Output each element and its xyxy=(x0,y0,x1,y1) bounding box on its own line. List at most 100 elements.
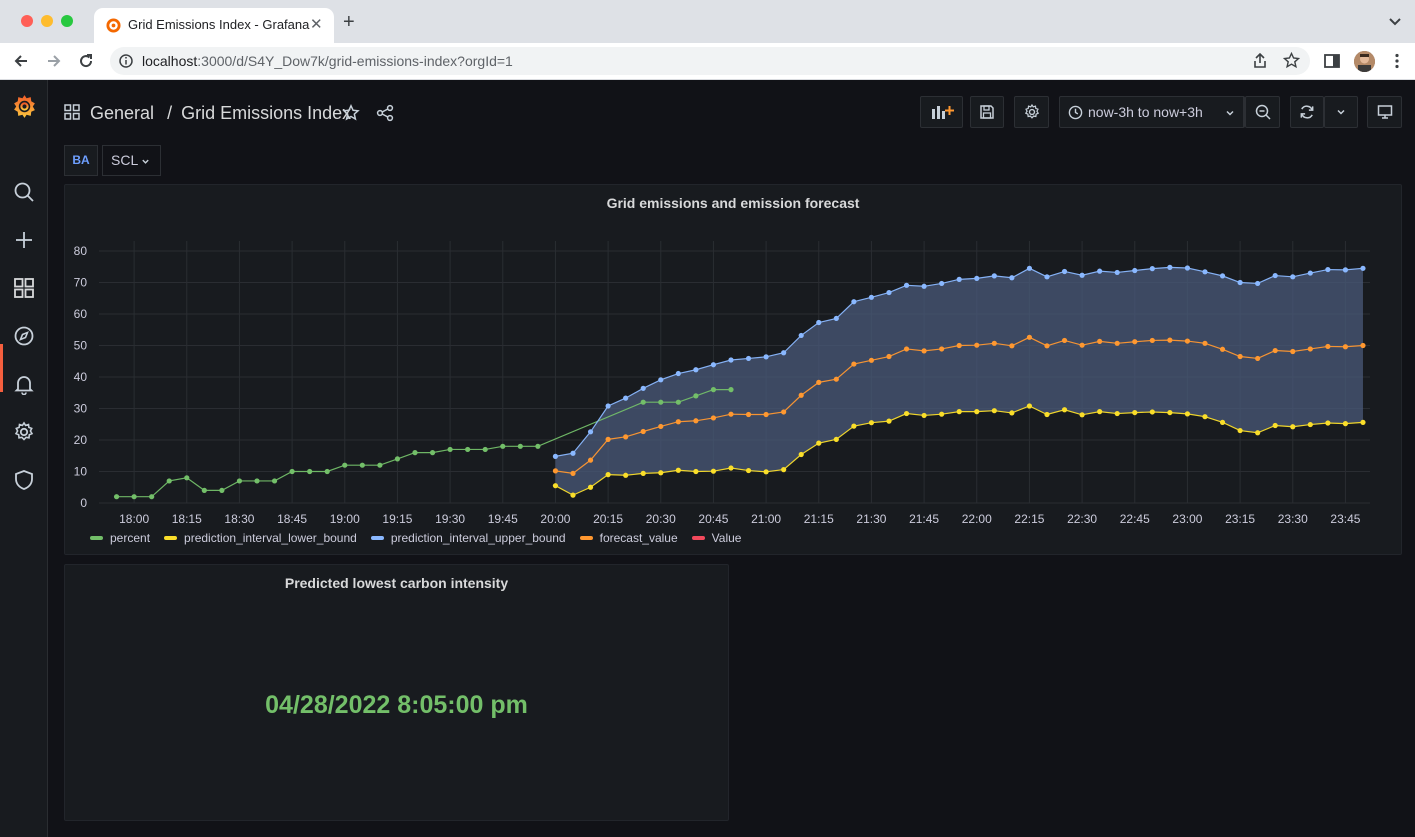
data-point-prediction_interval_upper_bound xyxy=(675,370,681,377)
data-point-prediction_interval_lower_bound xyxy=(1290,424,1296,430)
tab-close-icon[interactable]: ✕ xyxy=(310,15,323,33)
grafana-favicon-icon xyxy=(106,18,121,33)
data-point-prediction_interval_upper_bound xyxy=(1325,266,1331,273)
data-point-percent xyxy=(254,478,260,484)
data-point-percent xyxy=(271,478,278,484)
dashboard-grid-icon xyxy=(64,104,80,120)
new-tab-button[interactable]: + xyxy=(343,12,355,32)
url-text: localhost:3000/d/S4Y_Dow7k/grid-emission… xyxy=(142,53,513,69)
data-point-prediction_interval_upper_bound xyxy=(1061,268,1068,275)
minimize-window-button[interactable] xyxy=(41,15,53,27)
legend-item-forecast_value[interactable]: forecast_value xyxy=(579,531,678,545)
forward-arrow-icon[interactable] xyxy=(45,52,63,70)
panel-title[interactable]: Grid emissions and emission forecast xyxy=(65,195,1401,211)
data-point-prediction_interval_upper_bound xyxy=(658,377,664,383)
y-tick-label: 60 xyxy=(74,307,88,321)
explore-compass-icon[interactable] xyxy=(13,325,35,347)
browser-tab[interactable]: Grid Emissions Index - Grafana ✕ xyxy=(94,8,334,43)
dashboard-title[interactable]: Grid Emissions Index xyxy=(181,103,351,123)
data-point-percent xyxy=(535,443,541,449)
data-point-percent xyxy=(658,399,664,405)
server-admin-shield-icon[interactable] xyxy=(13,469,35,491)
data-point-prediction_interval_upper_bound xyxy=(1184,265,1191,271)
bookmark-star-icon[interactable] xyxy=(1283,52,1300,69)
profile-avatar[interactable] xyxy=(1354,51,1375,72)
data-point-forecast_value xyxy=(956,342,962,349)
legend-item-Value[interactable]: Value xyxy=(691,531,741,545)
data-point-prediction_interval_lower_bound xyxy=(939,411,945,417)
dashboard-settings-button[interactable] xyxy=(1014,96,1049,128)
configuration-gear-icon[interactable] xyxy=(13,421,35,443)
reload-icon[interactable] xyxy=(77,52,95,70)
data-point-prediction_interval_upper_bound xyxy=(745,355,752,362)
data-point-percent xyxy=(429,450,436,456)
data-point-prediction_interval_upper_bound xyxy=(1202,269,1208,275)
close-window-button[interactable] xyxy=(21,15,33,27)
legend-item-percent[interactable]: percent xyxy=(90,531,150,545)
timeseries-panel[interactable]: 0 10 20 30 40 50 60 70 80 18:00 18:15 18:30 18:45 19:… xyxy=(64,184,1402,555)
data-point-prediction_interval_upper_bound xyxy=(1132,267,1138,274)
data-point-prediction_interval_lower_bound xyxy=(798,451,804,458)
grafana-logo-icon[interactable] xyxy=(11,93,38,120)
data-point-forecast_value xyxy=(1202,340,1208,346)
site-info-icon[interactable] xyxy=(119,54,133,68)
x-tick-label: 23:15 xyxy=(1225,512,1255,525)
data-point-prediction_interval_upper_bound xyxy=(903,282,910,288)
create-plus-icon[interactable] xyxy=(13,229,35,251)
data-point-forecast_value xyxy=(658,423,664,430)
breadcrumb: General / Grid Emissions Index xyxy=(90,103,351,124)
add-panel-button[interactable] xyxy=(920,96,963,128)
maximize-window-button[interactable] xyxy=(61,15,73,27)
data-point-forecast_value xyxy=(868,357,875,363)
data-point-forecast_value xyxy=(1167,337,1173,343)
data-point-prediction_interval_lower_bound xyxy=(1255,430,1261,436)
data-point-forecast_value xyxy=(1342,344,1349,350)
data-point-prediction_interval_upper_bound xyxy=(693,367,699,373)
search-icon[interactable] xyxy=(13,181,35,203)
favorite-star-icon[interactable] xyxy=(342,104,360,122)
refresh-interval-dropdown[interactable] xyxy=(1324,96,1358,128)
data-point-prediction_interval_lower_bound xyxy=(1325,420,1331,426)
data-point-prediction_interval_upper_bound xyxy=(1097,268,1103,274)
timeseries-chart[interactable]: 0 10 20 30 40 50 60 70 80 18:00 18:15 18:30 18:45 19:… xyxy=(65,185,1403,525)
data-point-prediction_interval_lower_bound xyxy=(1061,407,1068,413)
data-point-forecast_value xyxy=(605,436,611,442)
stat-panel[interactable]: Predicted lowest carbon intensity 04/28/… xyxy=(64,564,729,821)
alerting-bell-icon[interactable] xyxy=(13,373,35,395)
share-page-icon[interactable] xyxy=(1252,53,1268,69)
data-point-prediction_interval_upper_bound xyxy=(1255,280,1261,287)
time-range-picker[interactable]: now-3h to now+3h xyxy=(1059,96,1245,128)
dashboards-grid-icon[interactable] xyxy=(13,277,35,299)
side-panel-icon[interactable] xyxy=(1323,52,1341,70)
zoom-out-button[interactable] xyxy=(1245,96,1280,128)
address-bar[interactable]: localhost:3000/d/S4Y_Dow7k/grid-emission… xyxy=(110,47,1310,75)
settings-gear-icon xyxy=(1024,103,1039,119)
y-tick-label: 20 xyxy=(74,433,88,447)
data-point-prediction_interval_lower_bound xyxy=(1184,411,1191,417)
panel-title[interactable]: Predicted lowest carbon intensity xyxy=(65,575,728,591)
data-point-prediction_interval_lower_bound xyxy=(552,483,559,489)
save-dashboard-button[interactable] xyxy=(970,96,1004,128)
data-point-forecast_value xyxy=(1219,346,1226,352)
data-point-forecast_value xyxy=(552,468,559,474)
cycle-view-mode-button[interactable] xyxy=(1367,96,1402,128)
refresh-icon xyxy=(1300,105,1314,119)
data-point-prediction_interval_upper_bound xyxy=(1272,272,1278,279)
time-range-label: now-3h to now+3h xyxy=(1088,104,1203,120)
share-dashboard-icon[interactable] xyxy=(376,104,394,122)
refresh-button[interactable] xyxy=(1290,96,1324,128)
variable-select[interactable]: SCL xyxy=(102,145,161,176)
legend-item-prediction_interval_upper_bound[interactable]: prediction_interval_upper_bound xyxy=(370,531,566,545)
legend-item-prediction_interval_lower_bound[interactable]: prediction_interval_lower_bound xyxy=(164,531,357,545)
breadcrumb-folder[interactable]: General xyxy=(90,103,154,123)
data-point-prediction_interval_lower_bound xyxy=(1097,409,1103,415)
clock-icon xyxy=(1068,105,1083,120)
data-point-forecast_value xyxy=(974,342,980,348)
data-point-prediction_interval_lower_bound xyxy=(710,468,717,474)
x-tick-label: 22:15 xyxy=(1014,512,1044,525)
tab-search-icon[interactable] xyxy=(1388,14,1402,28)
back-arrow-icon[interactable] xyxy=(12,52,30,70)
browser-menu-icon[interactable] xyxy=(1388,52,1406,70)
data-point-percent xyxy=(693,393,699,399)
data-point-forecast_value xyxy=(1307,346,1313,352)
